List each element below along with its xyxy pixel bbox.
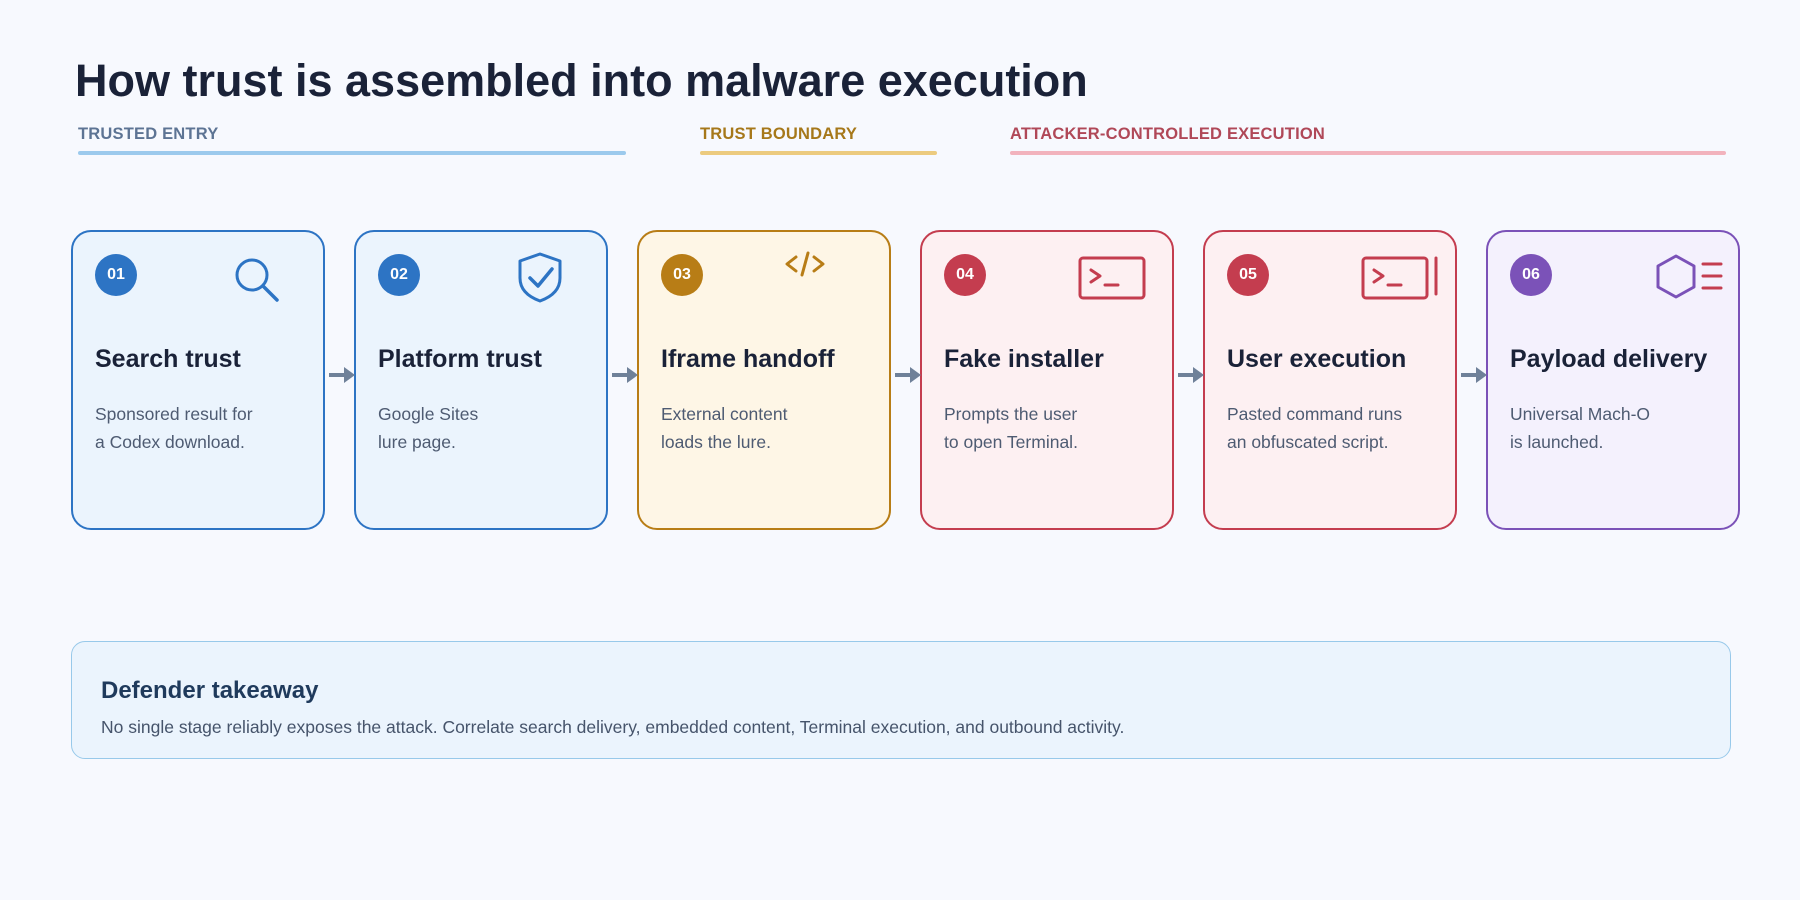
zone-label: TRUSTED ENTRY [78,125,219,143]
stage-title: Iframe handoff [661,345,835,373]
stage-number-badge: 01 [95,254,137,296]
stage-card-user-execution: 05 User execution Pasted command runs an… [1203,230,1457,530]
stage-title: Platform trust [378,345,542,373]
stage-description: Pasted command runs an obfuscated script… [1227,404,1403,452]
flow-arrow-icon [329,367,355,383]
stage-card-payload-delivery: 06 Payload delivery Universal Mach-O is … [1486,230,1740,530]
zone-label: TRUST BOUNDARY [700,125,858,143]
code-icon [785,251,825,277]
stage-description: Universal Mach-O is launched. [1510,404,1651,452]
stage-number-badge: 03 [661,254,703,296]
stage-description: Sponsored result for a Codex download. [95,404,253,452]
page-title: How trust is assembled into malware exec… [75,55,1088,106]
zone-divider [700,151,937,155]
flow-arrow-icon [895,367,921,383]
takeaway-title: Defender takeaway [101,677,319,704]
stage-card-fake-installer: 04 Fake installer Prompts the user to op… [920,230,1174,530]
flow-arrow-icon [1178,367,1204,383]
search-icon [235,258,279,302]
stage-card-search-trust: 01 Search trust Sponsored result for a C… [71,230,325,530]
zone-attacker-controlled: ATTACKER-CONTROLLED EXECUTION [1010,124,1726,155]
stage-card-platform-trust: 02 Platform trust Google Sites lure page… [354,230,608,530]
stage-title: Payload delivery [1510,345,1708,373]
stage-number-badge: 06 [1510,254,1552,296]
stage-card-iframe-handoff: 03 Iframe handoff External content loads… [637,230,891,530]
zone-label: ATTACKER-CONTROLLED EXECUTION [1010,125,1326,143]
zone-trust-boundary: TRUST BOUNDARY [700,124,937,155]
defender-takeaway-panel: Defender takeaway No single stage reliab… [71,641,1731,759]
terminal-icon [1078,256,1146,300]
stage-number-badge: 04 [944,254,986,296]
stage-description: Google Sites lure page. [378,404,479,452]
stage-title: Search trust [95,345,241,373]
terminal-cursor-icon [1361,256,1438,300]
zone-divider [1010,151,1726,155]
stage-number-badge: 05 [1227,254,1269,296]
stage-title: Fake installer [944,345,1104,373]
zone-divider [78,151,626,155]
stage-number-badge: 02 [378,254,420,296]
flow-arrow-icon [612,367,638,383]
takeaway-text: No single stage reliably exposes the att… [101,717,1125,737]
stage-description: Prompts the user to open Terminal. [944,404,1078,452]
stage-title: User execution [1227,345,1407,373]
stage-description: External content loads the lure. [661,404,788,452]
flow-arrow-icon [1461,367,1487,383]
hexagon-binary-icon [1656,254,1723,299]
shield-check-icon [518,252,562,303]
zone-trusted-entry: TRUSTED ENTRY [78,124,626,155]
